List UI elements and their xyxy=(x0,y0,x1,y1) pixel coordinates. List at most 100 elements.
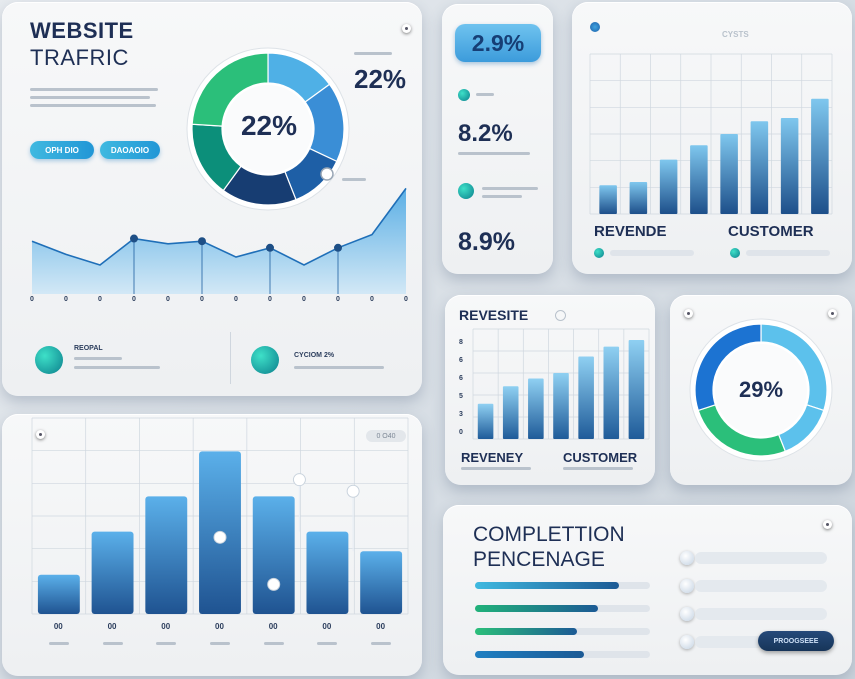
area-x-tick: 0 xyxy=(132,296,136,303)
revenue-mid-bar[interactable] xyxy=(528,378,544,440)
revenue-top-bar[interactable] xyxy=(599,185,617,214)
revenue-top-bar[interactable] xyxy=(690,145,708,214)
bars-big-marker[interactable] xyxy=(292,473,306,487)
revenue-mid-bar[interactable] xyxy=(477,403,494,439)
bars-big-bar[interactable] xyxy=(306,531,349,614)
completion-button[interactable]: PROOGSEEE xyxy=(758,631,834,651)
metric2-caption xyxy=(482,187,538,190)
bars-big-bar[interactable] xyxy=(252,496,295,614)
revenue-mid-caption xyxy=(563,467,633,470)
bars-big-x-tick: 00 xyxy=(161,622,171,631)
area-x-tick: 0 xyxy=(268,296,272,303)
bars-big-bar[interactable] xyxy=(91,531,134,614)
bars-big-x-tick: 00 xyxy=(322,622,332,631)
pin-icon xyxy=(823,520,832,529)
traffic-desc-line xyxy=(30,104,156,107)
bars-big-bar[interactable] xyxy=(37,574,80,614)
area-point[interactable] xyxy=(198,237,206,246)
metrics-card: 2.9% 8.2% 8.9% xyxy=(442,4,553,274)
completion-progress-track xyxy=(475,605,650,612)
bars-big-card: 0 O40 00 00 00 00 00 00 00 xyxy=(2,414,422,676)
revenue-mid-bar[interactable] xyxy=(628,340,645,439)
completion-card: COMPLETTION PENCENAGE PROOGSEEE xyxy=(443,505,852,675)
metric1-icon xyxy=(458,89,470,101)
bars-big-bar[interactable] xyxy=(145,496,188,614)
bars-big-x-caption xyxy=(263,642,284,645)
stat-a-line xyxy=(74,366,160,369)
completion-button-label: PROOGSEEE xyxy=(773,637,819,645)
revenue-mid-bar[interactable] xyxy=(553,373,569,439)
area-point[interactable] xyxy=(266,243,274,252)
traffic-button-a[interactable]: OPH DIO xyxy=(30,141,94,159)
completion-slider-track[interactable] xyxy=(695,552,827,564)
revenue-mid-bar[interactable] xyxy=(502,386,519,439)
revenue-mid-y-tick: 3 xyxy=(459,411,463,418)
bars-big-x-tick: 00 xyxy=(107,622,117,631)
metric2-icon xyxy=(458,183,474,199)
metrics-badge-value: 2.9% xyxy=(471,29,525,56)
revenue-top-bar[interactable] xyxy=(720,134,738,214)
completion-slider-track[interactable] xyxy=(695,580,827,592)
completion-slider-knob[interactable] xyxy=(680,635,694,649)
revenue-mid-label-right: CUSTOMER xyxy=(563,450,638,465)
traffic-donut-label: 22% xyxy=(240,110,298,141)
stat-divider xyxy=(230,332,231,384)
revenue-top-card: CYSTS REVENDE CUSTOMER xyxy=(572,2,852,274)
revenue-top-bar[interactable] xyxy=(750,121,769,214)
revenue-top-legend-bar xyxy=(610,250,694,256)
revenue-top-bar[interactable] xyxy=(780,118,799,214)
area-x-tick: 0 xyxy=(370,296,374,303)
revenue-mid-y-tick: 8 xyxy=(459,339,463,346)
metric2-value: 8.9% xyxy=(458,228,515,256)
completion-slider-knob[interactable] xyxy=(680,579,694,593)
revenue-mid-toggle[interactable] xyxy=(555,310,566,321)
bars-big-x-caption xyxy=(210,642,230,645)
area-point[interactable] xyxy=(130,234,138,243)
revenue-top-bar[interactable] xyxy=(659,159,678,214)
pin-icon xyxy=(402,24,411,33)
completion-slider-knob[interactable] xyxy=(680,607,694,621)
area-x-tick: 0 xyxy=(64,296,68,303)
metric1-sub xyxy=(458,152,530,155)
completion-progress-fill xyxy=(475,628,577,635)
traffic-side-caption xyxy=(354,52,392,55)
bars-big-marker[interactable] xyxy=(346,484,360,498)
bars-big-x-caption xyxy=(156,642,177,645)
completion-progress-fill xyxy=(475,605,598,612)
area-x-tick: 0 xyxy=(200,296,204,303)
revenue-top-bar-chart xyxy=(589,53,833,215)
traffic-button-b[interactable]: DAOAOIO xyxy=(100,141,160,159)
area-x-tick: 0 xyxy=(404,296,408,303)
stat-b-line xyxy=(294,366,384,369)
traffic-area-chart xyxy=(31,187,407,294)
revenue-top-legend-dot xyxy=(594,248,604,258)
revenue-top-bar[interactable] xyxy=(811,98,829,214)
stat-b-label: CYCIOM 2% xyxy=(294,352,335,359)
revenue-top-legend-dot xyxy=(730,248,740,258)
area-fill xyxy=(32,188,406,294)
area-x-tick: 0 xyxy=(336,296,340,303)
bars-big-marker[interactable] xyxy=(267,577,281,591)
bars-big-x-tick: 00 xyxy=(53,622,63,631)
bars-big-x-tick: 00 xyxy=(376,622,386,631)
bars-big-bar[interactable] xyxy=(360,551,403,614)
revenue-top-bar[interactable] xyxy=(629,182,648,214)
stat-a-label: REOPAL xyxy=(74,345,103,352)
metric1-value: 8.2% xyxy=(458,120,513,147)
revenue-mid-bar[interactable] xyxy=(578,356,594,440)
completion-title-line1: COMPLETTION xyxy=(473,523,625,546)
revenue-mid-bar[interactable] xyxy=(603,346,620,439)
bars-big-marker[interactable] xyxy=(213,530,227,544)
area-point[interactable] xyxy=(334,243,342,252)
completion-slider-track[interactable] xyxy=(695,608,827,620)
area-x-tick: 0 xyxy=(30,296,34,303)
completion-slider-knob[interactable] xyxy=(680,551,694,565)
traffic-desc-line xyxy=(30,96,150,99)
completion-progress-track xyxy=(475,628,650,635)
revenue-mid-card: REVESITE 8 6 6 5 3 0 REVENEY CUSTOMER xyxy=(445,295,655,485)
revenue-mid-y-tick: 0 xyxy=(459,429,463,436)
revenue-mid-caption xyxy=(461,467,531,470)
area-x-tick: 0 xyxy=(234,296,238,303)
completion-progress-fill xyxy=(475,651,584,658)
revenue-mid-y-tick: 6 xyxy=(459,375,463,382)
